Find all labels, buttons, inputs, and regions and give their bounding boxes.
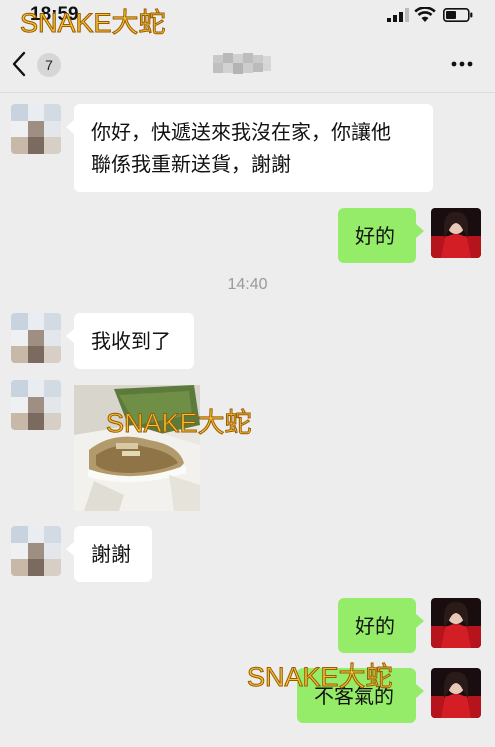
signal-icon: [387, 8, 409, 22]
message-bubble-sent[interactable]: 好的: [338, 598, 424, 653]
battery-icon: [443, 8, 473, 22]
contact-avatar[interactable]: [11, 104, 61, 154]
user-avatar[interactable]: [431, 208, 481, 258]
message-text-line: 你好，快遞送來我沒在家，你讓他: [91, 120, 391, 144]
contact-avatar[interactable]: [11, 380, 61, 430]
user-avatar[interactable]: [431, 598, 481, 648]
message-text: 好的: [355, 614, 395, 638]
message-text: 謝謝: [91, 542, 131, 566]
more-dots-icon[interactable]: [451, 61, 473, 67]
watermark-top: SNAKE大蛇: [20, 8, 167, 39]
message-text: 我收到了: [91, 329, 171, 353]
message-text-line: 聯係我重新送貨，謝謝: [91, 152, 291, 176]
timestamp-divider: 14:40: [227, 276, 268, 293]
watermark-bottom: SNAKE大蛇: [247, 662, 394, 693]
watermark-photo: SNAKE大蛇: [106, 408, 253, 439]
message-bubble-sent[interactable]: 好的: [338, 208, 424, 263]
chevron-left-icon[interactable]: [10, 50, 28, 78]
unread-count-badge[interactable]: 7: [37, 53, 61, 77]
message-text: 好的: [355, 224, 395, 248]
contact-avatar[interactable]: [11, 526, 61, 576]
message-bubble-received[interactable]: 你好，快遞送來我沒在家，你讓他 聯係我重新送貨，謝謝: [66, 104, 433, 192]
chat-title-blurred: [213, 53, 271, 74]
message-bubble-received[interactable]: 謝謝: [66, 526, 152, 582]
user-avatar[interactable]: [431, 668, 481, 718]
wifi-icon: [414, 7, 436, 22]
message-bubble-received[interactable]: 我收到了: [66, 313, 194, 369]
contact-avatar[interactable]: [11, 313, 61, 363]
